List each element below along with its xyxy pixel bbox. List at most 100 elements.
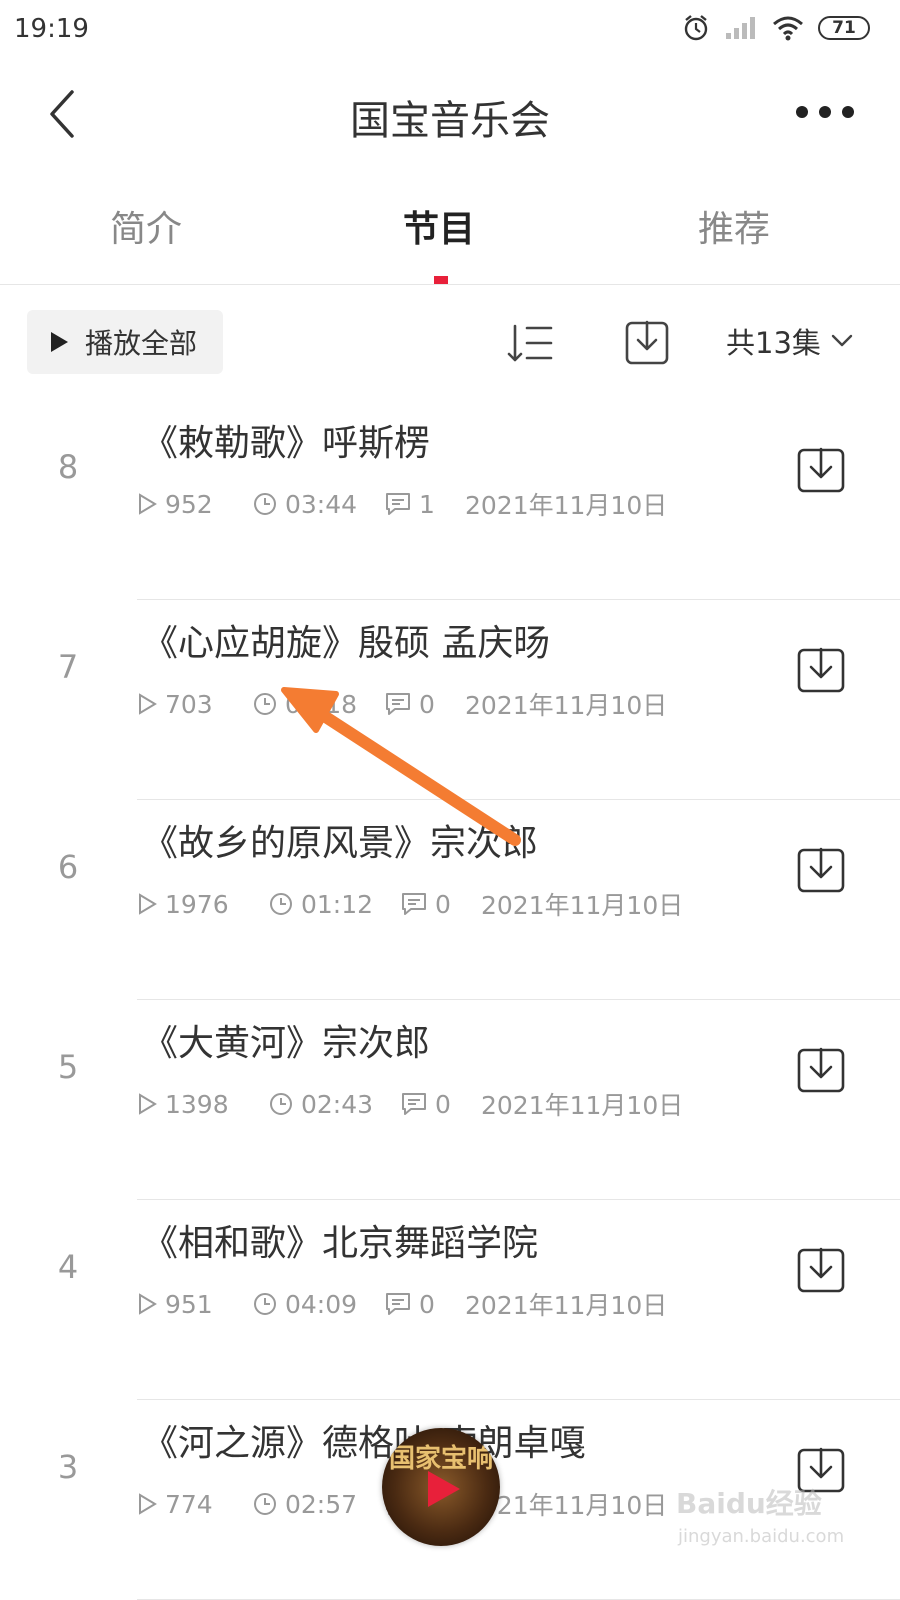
download-icon (625, 320, 669, 365)
clock-icon (254, 693, 276, 715)
episode-title: 《相和歌》北京舞蹈学院 (142, 1223, 539, 1264)
comment-count: 1 (419, 489, 435, 519)
duration: 01:12 (301, 889, 374, 919)
clock-icon (270, 893, 292, 915)
episode-meta: 703 03:18 0 2021年11月10日 (137, 686, 667, 722)
download-button[interactable] (796, 1046, 846, 1094)
play-count-group: 951 (137, 1290, 253, 1319)
episode-number: 3 (57, 1448, 79, 1486)
play-count: 952 (165, 489, 213, 519)
comment-count: 0 (419, 1289, 435, 1319)
comment-icon (386, 1293, 410, 1315)
more-dots-icon (796, 106, 854, 118)
play-count: 1398 (165, 1089, 229, 1119)
episode-title: 《心应胡旋》殷硕 孟庆旸 (142, 623, 550, 664)
play-count-group: 774 (137, 1490, 253, 1519)
header: 国宝音乐会 (0, 62, 900, 162)
duration-group: 04:09 (253, 1290, 385, 1319)
episode-number: 4 (57, 1248, 79, 1286)
comment-icon (402, 1093, 426, 1115)
episode-meta: 1976 01:12 0 2021年11月10日 (137, 886, 683, 922)
episode-number: 6 (57, 848, 79, 886)
tab-intro[interactable]: 简介 (110, 200, 182, 252)
play-icon (51, 332, 68, 352)
episode-number: 7 (57, 648, 79, 686)
episode-row[interactable]: 8 《敕勒歌》呼斯楞 952 03:44 1 2021年11月10日 (0, 400, 900, 600)
play-count: 703 (165, 689, 213, 719)
clock-icon (254, 493, 276, 515)
download-icon (797, 847, 845, 893)
play-count-icon (139, 893, 157, 915)
watermark-brand: Baidu经验 (676, 1487, 822, 1520)
comment-icon (402, 893, 426, 915)
episodes-count-label: 共13集 (726, 326, 821, 360)
duration-group: 03:18 (253, 690, 385, 719)
clock-icon (254, 1493, 276, 1515)
play-count-icon (139, 1293, 157, 1315)
comment-count: 0 (435, 889, 451, 919)
download-all-button[interactable] (624, 320, 670, 366)
comment-group: 1 (385, 490, 465, 519)
episode-row[interactable]: 7 《心应胡旋》殷硕 孟庆旸 703 03:18 0 2021年11月10日 (0, 600, 900, 800)
duration: 04:09 (285, 1289, 358, 1319)
episodes-dropdown[interactable]: 共13集 (726, 320, 853, 362)
sort-order-icon (507, 324, 553, 362)
sort-button[interactable] (505, 322, 555, 366)
download-icon (797, 447, 845, 493)
page-title: 国宝音乐会 (350, 98, 550, 144)
comment-group: 0 (385, 1290, 465, 1319)
play-count-group: 1976 (137, 890, 269, 919)
clock-icon (254, 1293, 276, 1315)
more-button[interactable] (790, 94, 860, 130)
mini-player-play-icon (428, 1471, 460, 1507)
episode-title: 《敕勒歌》呼斯楞 (142, 423, 431, 464)
status-time: 19:19 (14, 14, 89, 44)
publish-date: 2021年11月10日 (465, 1291, 668, 1320)
episode-number: 8 (57, 448, 79, 486)
duration-group: 02:43 (269, 1090, 401, 1119)
duration: 02:57 (285, 1489, 358, 1519)
comment-icon (386, 693, 410, 715)
comment-icon (386, 493, 410, 515)
download-icon (797, 647, 845, 693)
episode-meta: 1398 02:43 0 2021年11月10日 (137, 1086, 683, 1122)
publish-date: 2021年11月10日 (465, 691, 668, 720)
episode-meta: 952 03:44 1 2021年11月10日 (137, 486, 667, 522)
play-count-icon (139, 493, 157, 515)
mini-player[interactable]: 国家宝响 (382, 1428, 500, 1546)
signal-icon (726, 17, 755, 39)
download-button[interactable] (796, 646, 846, 694)
episode-title: 《大黄河》宗次郎 (142, 1023, 431, 1064)
download-button[interactable] (796, 846, 846, 894)
status-icons: 71 (682, 14, 870, 42)
active-tab-indicator (434, 276, 448, 284)
publish-date: 2021年11月10日 (465, 491, 668, 520)
episode-row[interactable]: 5 《大黄河》宗次郎 1398 02:43 0 2021年11月10日 (0, 1000, 900, 1200)
download-icon (797, 1047, 845, 1093)
download-button[interactable] (796, 1246, 846, 1294)
duration: 03:44 (285, 489, 358, 519)
tab-bar: 简介 节目 推荐 (0, 190, 900, 285)
tab-programs[interactable]: 节目 (403, 200, 475, 252)
play-count: 1976 (165, 889, 229, 919)
duration: 03:18 (285, 689, 358, 719)
battery-icon: 71 (818, 16, 870, 40)
play-all-button[interactable]: 播放全部 (27, 310, 223, 374)
comment-count: 0 (435, 1089, 451, 1119)
comment-group: 0 (401, 1090, 481, 1119)
status-bar: 19:19 71 (0, 0, 900, 62)
download-button[interactable] (796, 446, 846, 494)
chevron-down-icon (831, 334, 853, 347)
play-count-icon (139, 1093, 157, 1115)
tab-recommend[interactable]: 推荐 (698, 200, 770, 252)
episode-title: 《故乡的原风景》宗次郎 (142, 823, 539, 864)
play-count: 951 (165, 1289, 213, 1319)
download-icon (797, 1247, 845, 1293)
battery-level: 71 (832, 18, 856, 38)
episode-row[interactable]: 4 《相和歌》北京舞蹈学院 951 04:09 0 2021年11月10日 (0, 1200, 900, 1400)
publish-date: 2021年11月10日 (481, 891, 684, 920)
episode-row[interactable]: 6 《故乡的原风景》宗次郎 1976 01:12 0 2021年11月10日 (0, 800, 900, 1000)
episode-number: 5 (57, 1048, 79, 1086)
duration-group: 03:44 (253, 490, 385, 519)
duration: 02:43 (301, 1089, 374, 1119)
